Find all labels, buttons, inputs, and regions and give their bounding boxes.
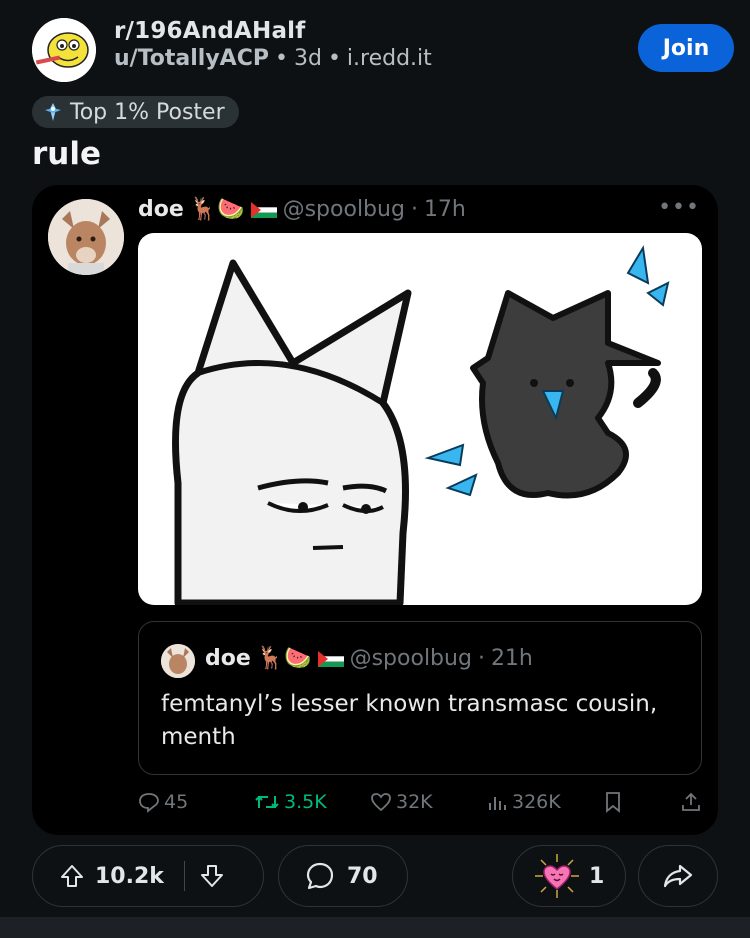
bookmark-icon	[602, 791, 624, 813]
heart-award-icon	[535, 854, 579, 898]
quoted-tweet-header: doe 🦌🍉 @spoolbug · 21h	[205, 646, 533, 671]
views-icon	[489, 797, 506, 810]
vote-divider	[183, 861, 186, 891]
tweet-header: doe 🦌🍉 @spoolbug · 17h	[138, 197, 466, 222]
quoted-tweet-avatar	[161, 644, 195, 678]
upvote-icon[interactable]	[59, 863, 85, 889]
quoted-name-emojis: 🦌🍉	[256, 646, 312, 671]
subreddit-name[interactable]: r/196AndAHalf	[114, 18, 432, 44]
award-button[interactable]: 1	[512, 845, 626, 907]
tweet-name-emojis: 🦌🍉	[189, 197, 245, 222]
like-count: 32K	[396, 791, 433, 813]
tweet-handle: @spoolbug	[282, 197, 405, 222]
top-poster-icon	[45, 103, 61, 121]
tweet-views: 326K	[486, 791, 561, 813]
comments-button[interactable]: 70	[278, 845, 408, 907]
more-options-icon: •••	[658, 195, 700, 220]
post-header: r/196AndAHalf u/TotallyACP • 3d • i.redd.it …	[32, 14, 734, 84]
flair-label: Top 1% Poster	[70, 99, 225, 125]
vote-score: 10.2k	[95, 863, 164, 889]
byline-separator-dot: •	[274, 46, 288, 71]
post-domain[interactable]: i.redd.it	[347, 46, 432, 71]
heart-icon	[371, 793, 391, 812]
cartoon-cats-illustration	[172, 245, 670, 605]
tweet-share-icon	[680, 791, 702, 813]
palestine-flag-icon	[250, 201, 277, 218]
quoted-handle: @spoolbug	[349, 646, 472, 671]
reply-icon	[139, 793, 159, 813]
comment-icon	[306, 862, 334, 890]
tweet-replies: 45	[138, 791, 188, 813]
downvote-icon[interactable]	[199, 863, 225, 889]
vote-pill: 10.2k	[32, 845, 264, 907]
quoted-time: 21h	[490, 646, 533, 671]
byline-separator-dot: •	[327, 46, 341, 71]
comment-count: 70	[347, 863, 378, 889]
award-count: 1	[589, 863, 605, 889]
retweet-icon	[255, 795, 279, 809]
tweet-likes: 32K	[370, 791, 433, 813]
subreddit-mascot-icon	[32, 18, 96, 82]
share-button[interactable]	[638, 845, 718, 907]
tweet-retweets: 3.5K	[254, 791, 327, 813]
view-count: 326K	[512, 791, 561, 813]
quoted-author-name: doe	[205, 646, 251, 671]
deer-avatar-icon	[161, 644, 195, 678]
author-name[interactable]: u/TotallyACP	[114, 46, 269, 71]
user-flair: Top 1% Poster	[32, 96, 239, 128]
quoted-dot: ·	[477, 646, 485, 671]
post-byline: u/TotallyACP • 3d • i.redd.it	[114, 46, 432, 71]
post-title[interactable]: rule	[32, 136, 101, 172]
reply-count: 45	[164, 791, 189, 813]
retweet-count: 3.5K	[284, 791, 327, 813]
post-meta: r/196AndAHalf u/TotallyACP • 3d • i.redd.it	[114, 18, 432, 71]
tweet-author-name: doe	[138, 197, 184, 222]
quoted-tweet-text: femtanyl’s lesser known transmasc cousin…	[161, 691, 658, 750]
bottom-divider	[0, 917, 750, 938]
palestine-flag-icon	[317, 650, 344, 667]
tweet-action-bar: 45 3.5K 32K 326K	[138, 791, 702, 821]
post-age: 3d	[293, 46, 322, 71]
deer-avatar-icon	[48, 199, 124, 275]
join-button[interactable]: Join	[638, 24, 734, 72]
quoted-tweet[interactable]: doe 🦌🍉 @spoolbug · 21h femtanyl’s lesser…	[138, 621, 702, 775]
tweet-dot: ·	[410, 197, 418, 222]
tweet-image	[138, 233, 702, 605]
tweet-avatar	[48, 199, 124, 275]
tweet-time: 17h	[423, 197, 466, 222]
share-arrow-icon	[663, 864, 693, 888]
subreddit-avatar[interactable]	[32, 18, 96, 82]
tweet-screenshot[interactable]: doe 🦌🍉 @spoolbug · 17h ••• doe 🦌🍉 @spool…	[32, 185, 718, 835]
